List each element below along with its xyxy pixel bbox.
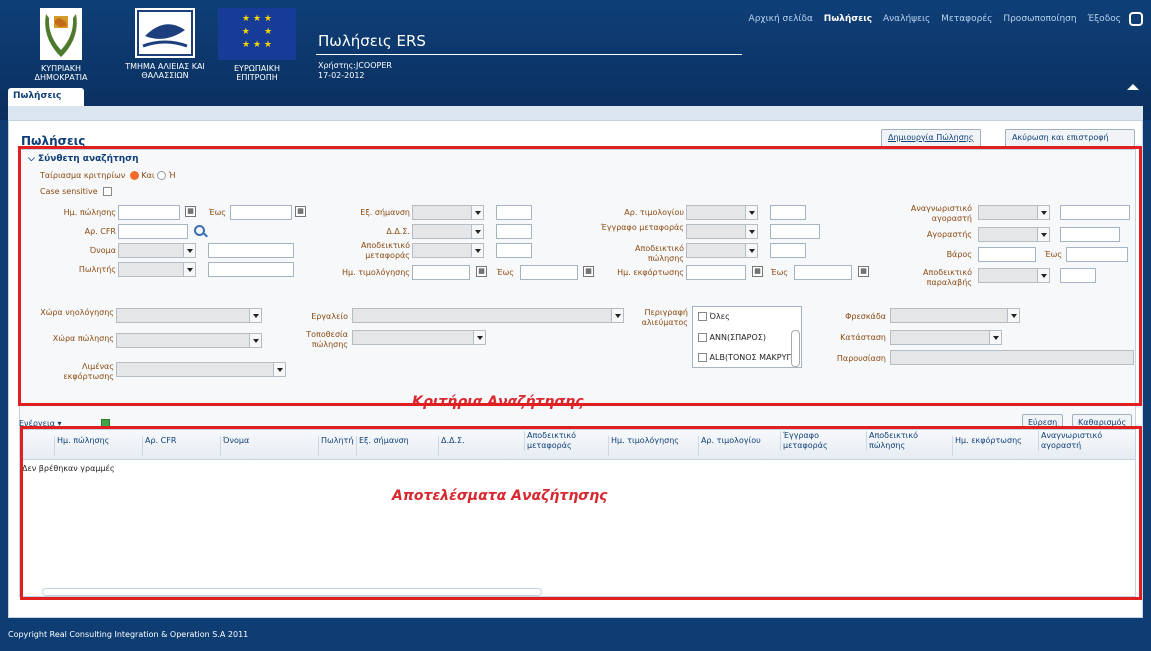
eu-logo-label: ΕΥΡΩΠΑΙΚΗ ΕΠΙΤΡΟΠΗ [234, 64, 280, 82]
create-sale-button[interactable]: Δημιουργία Πώλησης [881, 129, 981, 147]
fisheries-logo: ΤΜΗΜΑ ΑΛΙΕΙΑΣ ΚΑΙ ΘΑΛΑΣΣΙΩΝ [110, 8, 220, 80]
tab-sales[interactable]: Πωλήσεις [8, 88, 84, 106]
help-icon[interactable] [1129, 12, 1143, 26]
nav-personalize[interactable]: Προσωποποίηση [1003, 14, 1076, 24]
app-header: ΚΥΠΡΙΑΚΗ ΔΗΜΟΚΡΑΤΙΑ ΤΜΗΜΑ ΑΛΙΕΙΑΣ ΚΑΙ ΘΑ… [0, 0, 1151, 120]
cyprus-logo-label: ΚΥΠΡΙΑΚΗ ΔΗΜΟΚΡΑΤΙΑ [34, 64, 88, 82]
cyprus-emblem-icon [40, 8, 82, 60]
user-info: Χρήστης:JCOOPER 17-02-2012 [318, 61, 392, 81]
criteria-highlight-frame [18, 146, 1142, 406]
user-name: Χρήστης:JCOOPER [318, 61, 392, 70]
current-date: 17-02-2012 [318, 71, 365, 80]
fisheries-logo-label: ΤΜΗΜΑ ΑΛΙΕΙΑΣ ΚΑΙ ΘΑΛΑΣΣΙΩΝ [125, 62, 205, 80]
top-navigation: Αρχική σελίδα Πωλήσεις Αναλήψεις Μεταφορ… [741, 14, 1121, 24]
collapse-header-icon[interactable] [1127, 84, 1139, 90]
title-divider [316, 54, 742, 55]
app-title: Πωλήσεις ERS [318, 32, 426, 50]
nav-sales[interactable]: Πωλήσεις [824, 14, 872, 24]
nav-withdrawals[interactable]: Αναλήψεις [883, 14, 930, 24]
footer: Copyright Real Consulting Integration & … [0, 623, 1151, 651]
fish-emblem-icon [135, 8, 195, 58]
cyprus-logo: ΚΥΠΡΙΑΚΗ ΔΗΜΟΚΡΑΤΙΑ [26, 8, 96, 82]
results-highlight-frame [20, 426, 1142, 600]
tab-strip [8, 106, 1143, 120]
eu-flag-icon: ★ ★ ★ ★ ★ ★ ★ ★ [218, 8, 296, 60]
nav-transfers[interactable]: Μεταφορές [941, 14, 992, 24]
cancel-return-button[interactable]: Ακύρωση και επιστροφή [1005, 129, 1135, 147]
nav-home[interactable]: Αρχική σελίδα [749, 14, 813, 24]
eu-logo: ★ ★ ★ ★ ★ ★ ★ ★ ΕΥΡΩΠΑΙΚΗ ΕΠΙΤΡΟΠΗ [216, 8, 298, 82]
nav-logout[interactable]: Έξοδος [1087, 14, 1121, 24]
